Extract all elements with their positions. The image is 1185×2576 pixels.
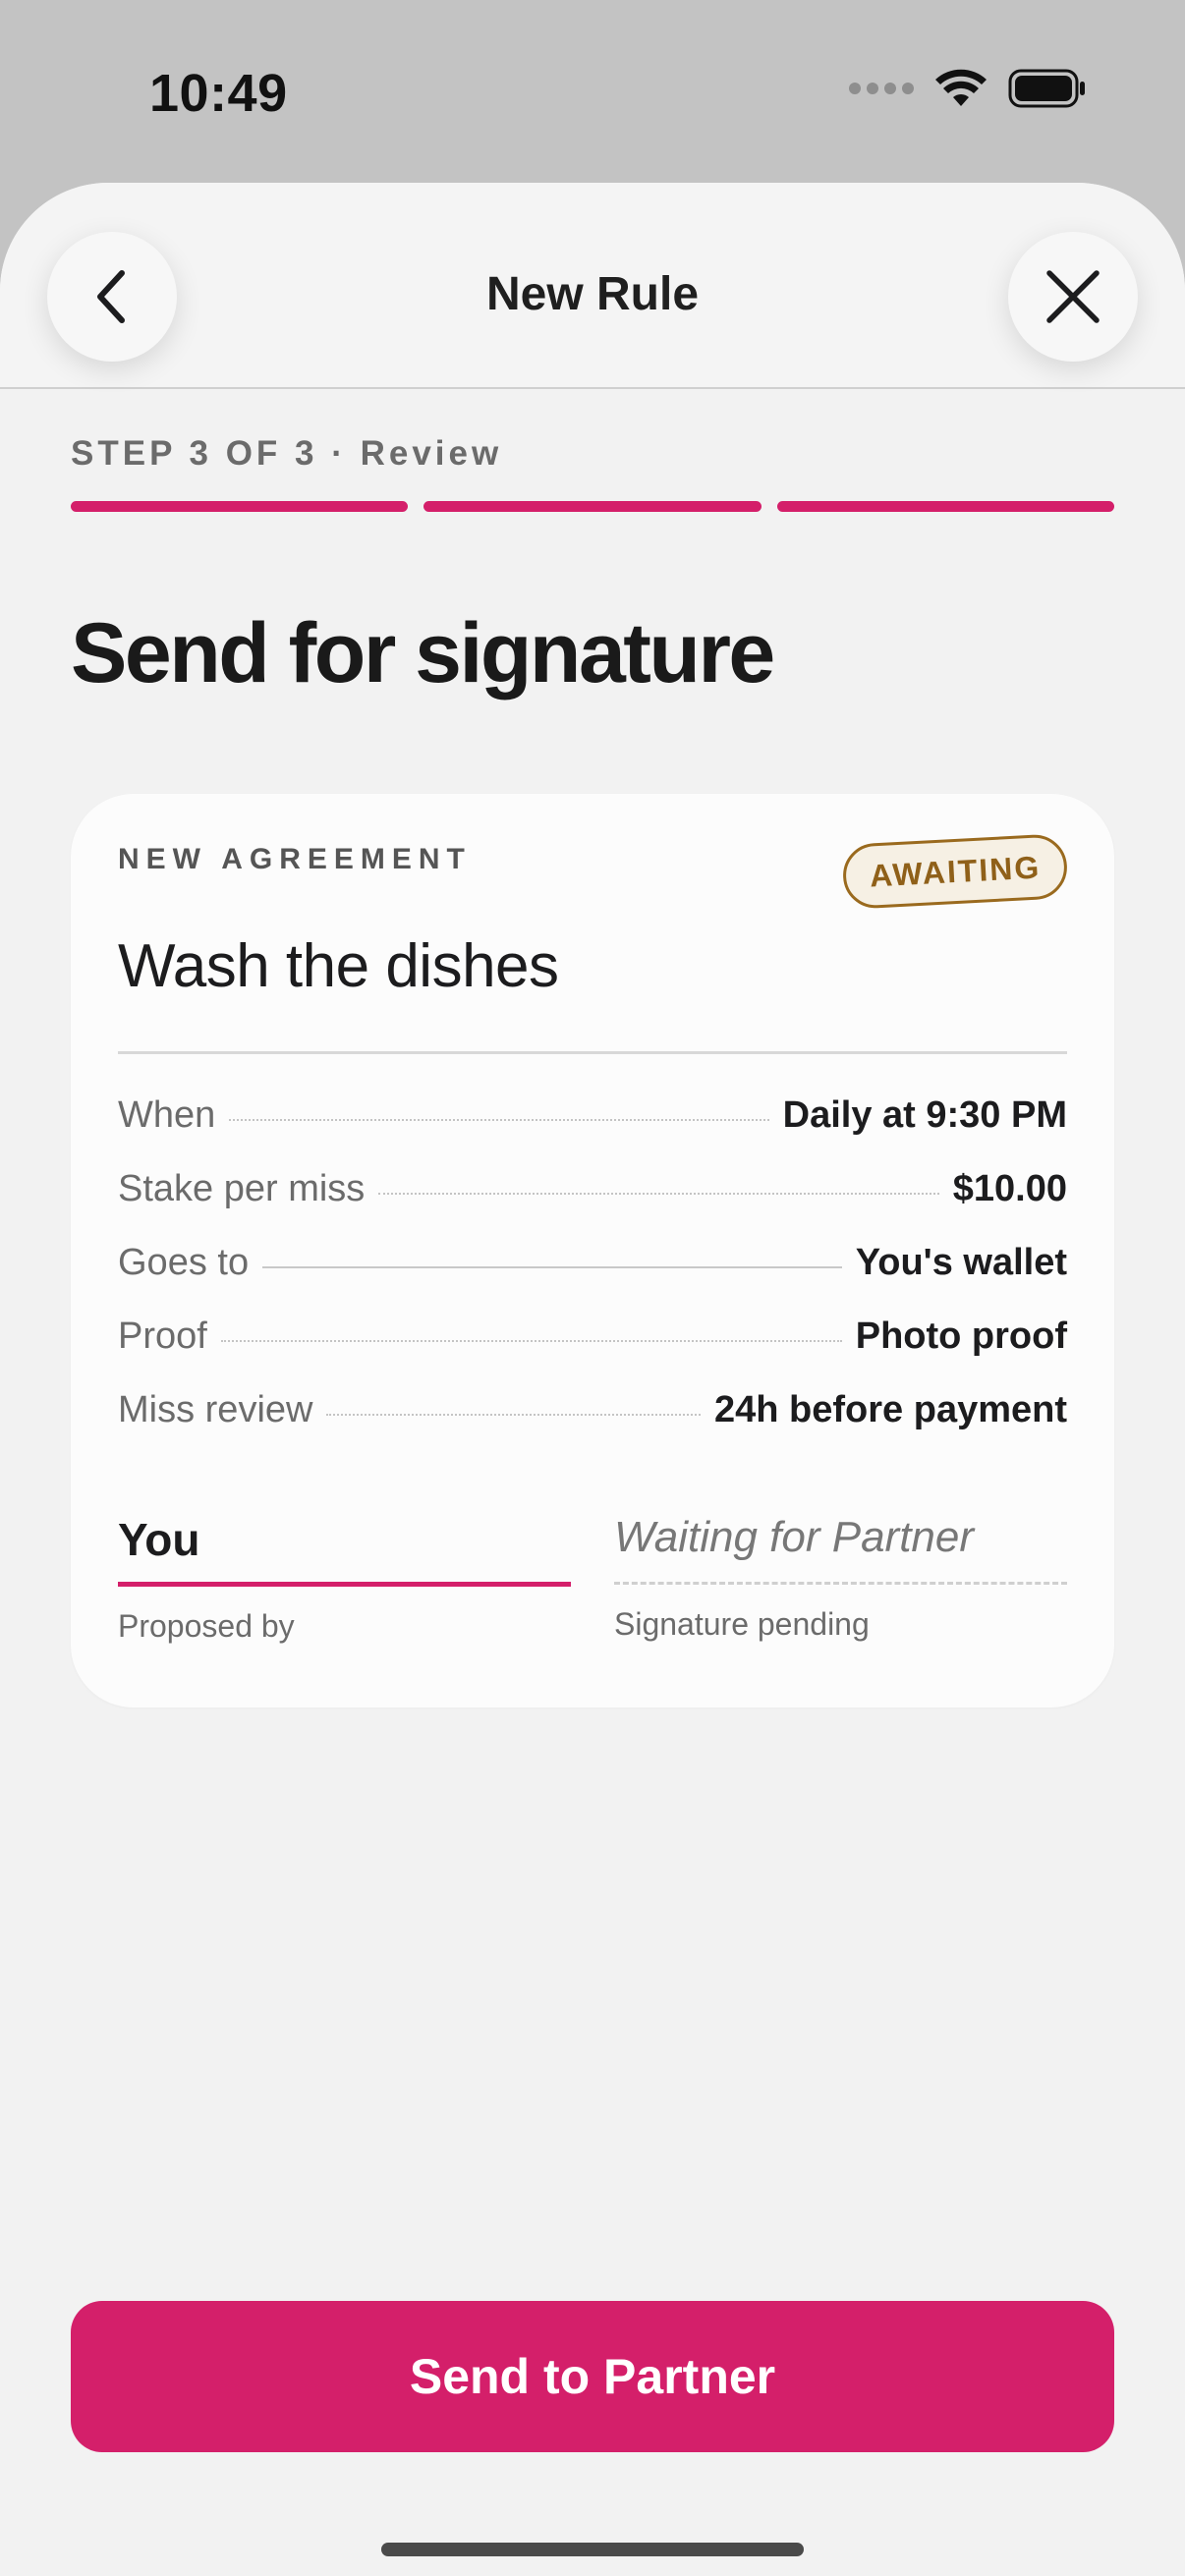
new-rule-sheet: New Rule STEP 3 OF 3 · Review Send for s…: [0, 183, 1185, 2576]
wifi-icon: [935, 69, 987, 108]
leader-dots: [378, 1193, 939, 1195]
status-badge: AWAITING: [841, 833, 1069, 910]
agreement-eyebrow: NEW AGREEMENT: [118, 843, 472, 875]
step-progress-bar: [71, 501, 1114, 513]
signature-line: [118, 1582, 571, 1587]
sheet-header: New Rule: [0, 183, 1185, 389]
progress-segment: [776, 501, 1114, 512]
detail-row-miss-review: Miss review 24h before payment: [118, 1389, 1067, 1463]
detail-row-stake: Stake per miss $10.00: [118, 1168, 1067, 1242]
leader-dots: [220, 1340, 842, 1342]
proposer-caption: Proposed by: [118, 1608, 295, 1644]
page-heading: Send for signature: [71, 606, 775, 700]
detail-row-when: When Daily at 9:30 PM: [118, 1094, 1067, 1168]
detail-label: When: [118, 1094, 216, 1136]
agreement-details: When Daily at 9:30 PM Stake per miss $10…: [118, 1094, 1067, 1463]
proposer-name: You: [118, 1514, 200, 1565]
partner-name: Waiting for Partner: [614, 1513, 975, 1561]
detail-label: Miss review: [118, 1389, 313, 1430]
detail-label: Proof: [118, 1316, 207, 1357]
send-to-partner-button[interactable]: Send to Partner: [71, 2301, 1114, 2452]
step-indicator-label: STEP 3 OF 3 · Review: [71, 434, 503, 473]
detail-value: 24h before payment: [714, 1389, 1067, 1430]
progress-segment: [71, 501, 409, 512]
leader-dots: [229, 1119, 769, 1121]
detail-label: Stake per miss: [118, 1168, 366, 1209]
leader-line: [262, 1266, 842, 1268]
agreement-card: NEW AGREEMENT AWAITING Wash the dishes W…: [71, 794, 1114, 1708]
rule-title: Wash the dishes: [118, 932, 559, 1000]
status-time: 10:49: [149, 64, 288, 123]
cellular-signal-icon: [849, 83, 914, 94]
status-bar: 10:49: [0, 0, 1185, 183]
detail-label: Goes to: [118, 1242, 250, 1283]
divider: [118, 1051, 1067, 1054]
detail-value: Daily at 9:30 PM: [782, 1094, 1067, 1136]
detail-row-proof: Proof Photo proof: [118, 1316, 1067, 1389]
detail-value: $10.00: [952, 1168, 1067, 1209]
proposer-signature: You Proposed by: [118, 1513, 571, 1645]
close-icon: [1046, 270, 1100, 323]
signature-section: You Proposed by Waiting for Partner Sign…: [118, 1513, 1067, 1645]
screen: 10:49 New Rule STEP 3 OF 3 · Review Send…: [0, 0, 1185, 2576]
detail-value: You's wallet: [855, 1242, 1067, 1283]
partner-caption: Signature pending: [614, 1606, 870, 1642]
detail-value: Photo proof: [855, 1316, 1067, 1357]
home-indicator: [381, 2543, 804, 2556]
close-button[interactable]: [1008, 232, 1138, 362]
signature-line: [614, 1582, 1067, 1585]
status-icons: [849, 69, 1087, 108]
progress-segment: [423, 501, 762, 512]
partner-signature: Waiting for Partner Signature pending: [614, 1513, 1067, 1645]
detail-row-goes-to: Goes to You's wallet: [118, 1242, 1067, 1316]
battery-icon: [1008, 69, 1087, 108]
leader-dots: [326, 1414, 701, 1416]
